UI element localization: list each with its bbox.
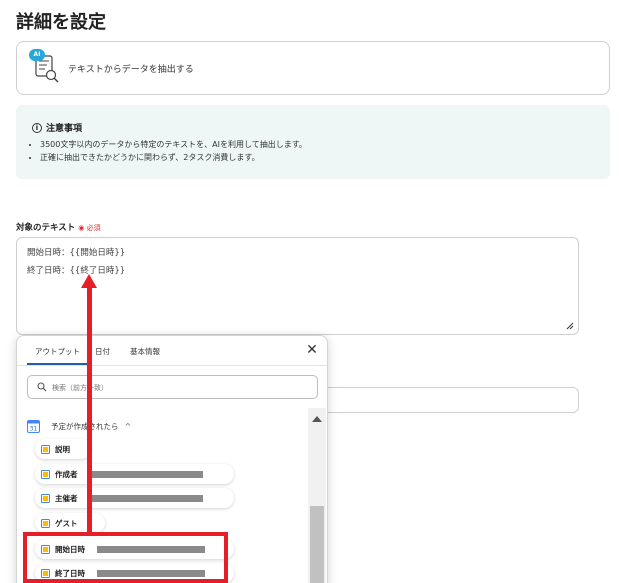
search-icon <box>37 382 47 392</box>
search-box[interactable] <box>27 375 318 399</box>
output-item-label: 説明 <box>55 444 70 454</box>
notice-item: 正確に抽出できたかどうかに関わらず、2タスク消費します。 <box>40 151 307 164</box>
group-label: 予定が作成されたら <box>51 421 119 431</box>
ai-badge: AI <box>29 49 45 61</box>
notice-box: i 注意事項 3500文字以内のデータから特定のテキストを、AIを利用して抽出し… <box>16 105 610 179</box>
output-item-guests[interactable]: ゲスト <box>35 513 105 533</box>
document-search-icon: AI <box>29 49 63 87</box>
group-header[interactable]: 31 予定が作成されたら ^ <box>27 418 131 434</box>
notice-item: 3500文字以内のデータから特定のテキストを、AIを利用して抽出します。 <box>40 138 307 151</box>
output-item-label: 主催者 <box>55 493 78 503</box>
scroll-thumb[interactable] <box>310 506 324 583</box>
target-text-label-text: 対象のテキスト <box>16 223 76 233</box>
output-item-organizer[interactable]: 主催者 <box>35 488 234 508</box>
calendar-icon <box>41 444 50 454</box>
output-item-label: ゲスト <box>55 518 78 528</box>
target-text-area[interactable]: 開始日時：{{開始日時}} 終了日時：{{終了日時}} <box>16 237 579 335</box>
target-text-label: 対象のテキスト ◉ 必須 <box>16 221 101 233</box>
notice-heading-label: 注意事項 <box>46 124 83 134</box>
text-area-line: 開始日時：{{開始日時}} <box>27 248 126 258</box>
chevron-up-icon[interactable]: ^ <box>125 422 132 431</box>
scrollbar[interactable] <box>308 408 326 583</box>
tab-date[interactable]: 日付 <box>95 346 110 357</box>
calendar-icon <box>41 518 50 528</box>
resize-handle-icon[interactable] <box>566 322 574 330</box>
redacted-value <box>89 470 203 478</box>
annotation-arrow-head-icon <box>81 274 97 288</box>
tab-active-indicator <box>27 363 87 365</box>
output-item-creator[interactable]: 作成者 <box>35 464 234 484</box>
tab-output[interactable]: アウトプット <box>35 346 80 357</box>
text-area-line: 終了日時：{{終了日時}} <box>27 266 126 276</box>
tab-basic-info[interactable]: 基本情報 <box>130 346 160 357</box>
redacted-value <box>89 494 203 502</box>
action-card[interactable]: AI テキストからデータを抽出する <box>16 41 610 95</box>
action-label: テキストからデータを抽出する <box>68 65 194 75</box>
annotation-arrow-shaft <box>87 286 92 536</box>
page-title: 詳細を設定 <box>16 12 106 33</box>
scroll-up-arrow-icon[interactable] <box>312 416 322 422</box>
calendar-icon <box>41 469 50 479</box>
google-calendar-icon: 31 <box>27 419 40 433</box>
partially-hidden-field[interactable] <box>300 387 579 413</box>
tab-divider <box>17 365 327 366</box>
required-badge: ◉ 必須 <box>78 224 101 232</box>
calendar-icon <box>41 493 50 503</box>
output-item-description[interactable]: 説明 <box>35 439 91 459</box>
close-icon[interactable]: ✕ <box>305 343 319 357</box>
svg-text:31: 31 <box>30 425 38 432</box>
output-item-label: 作成者 <box>55 469 78 479</box>
info-icon: i <box>32 122 42 133</box>
notice-heading: i 注意事項 <box>32 121 82 134</box>
annotation-highlight-box <box>23 532 228 583</box>
